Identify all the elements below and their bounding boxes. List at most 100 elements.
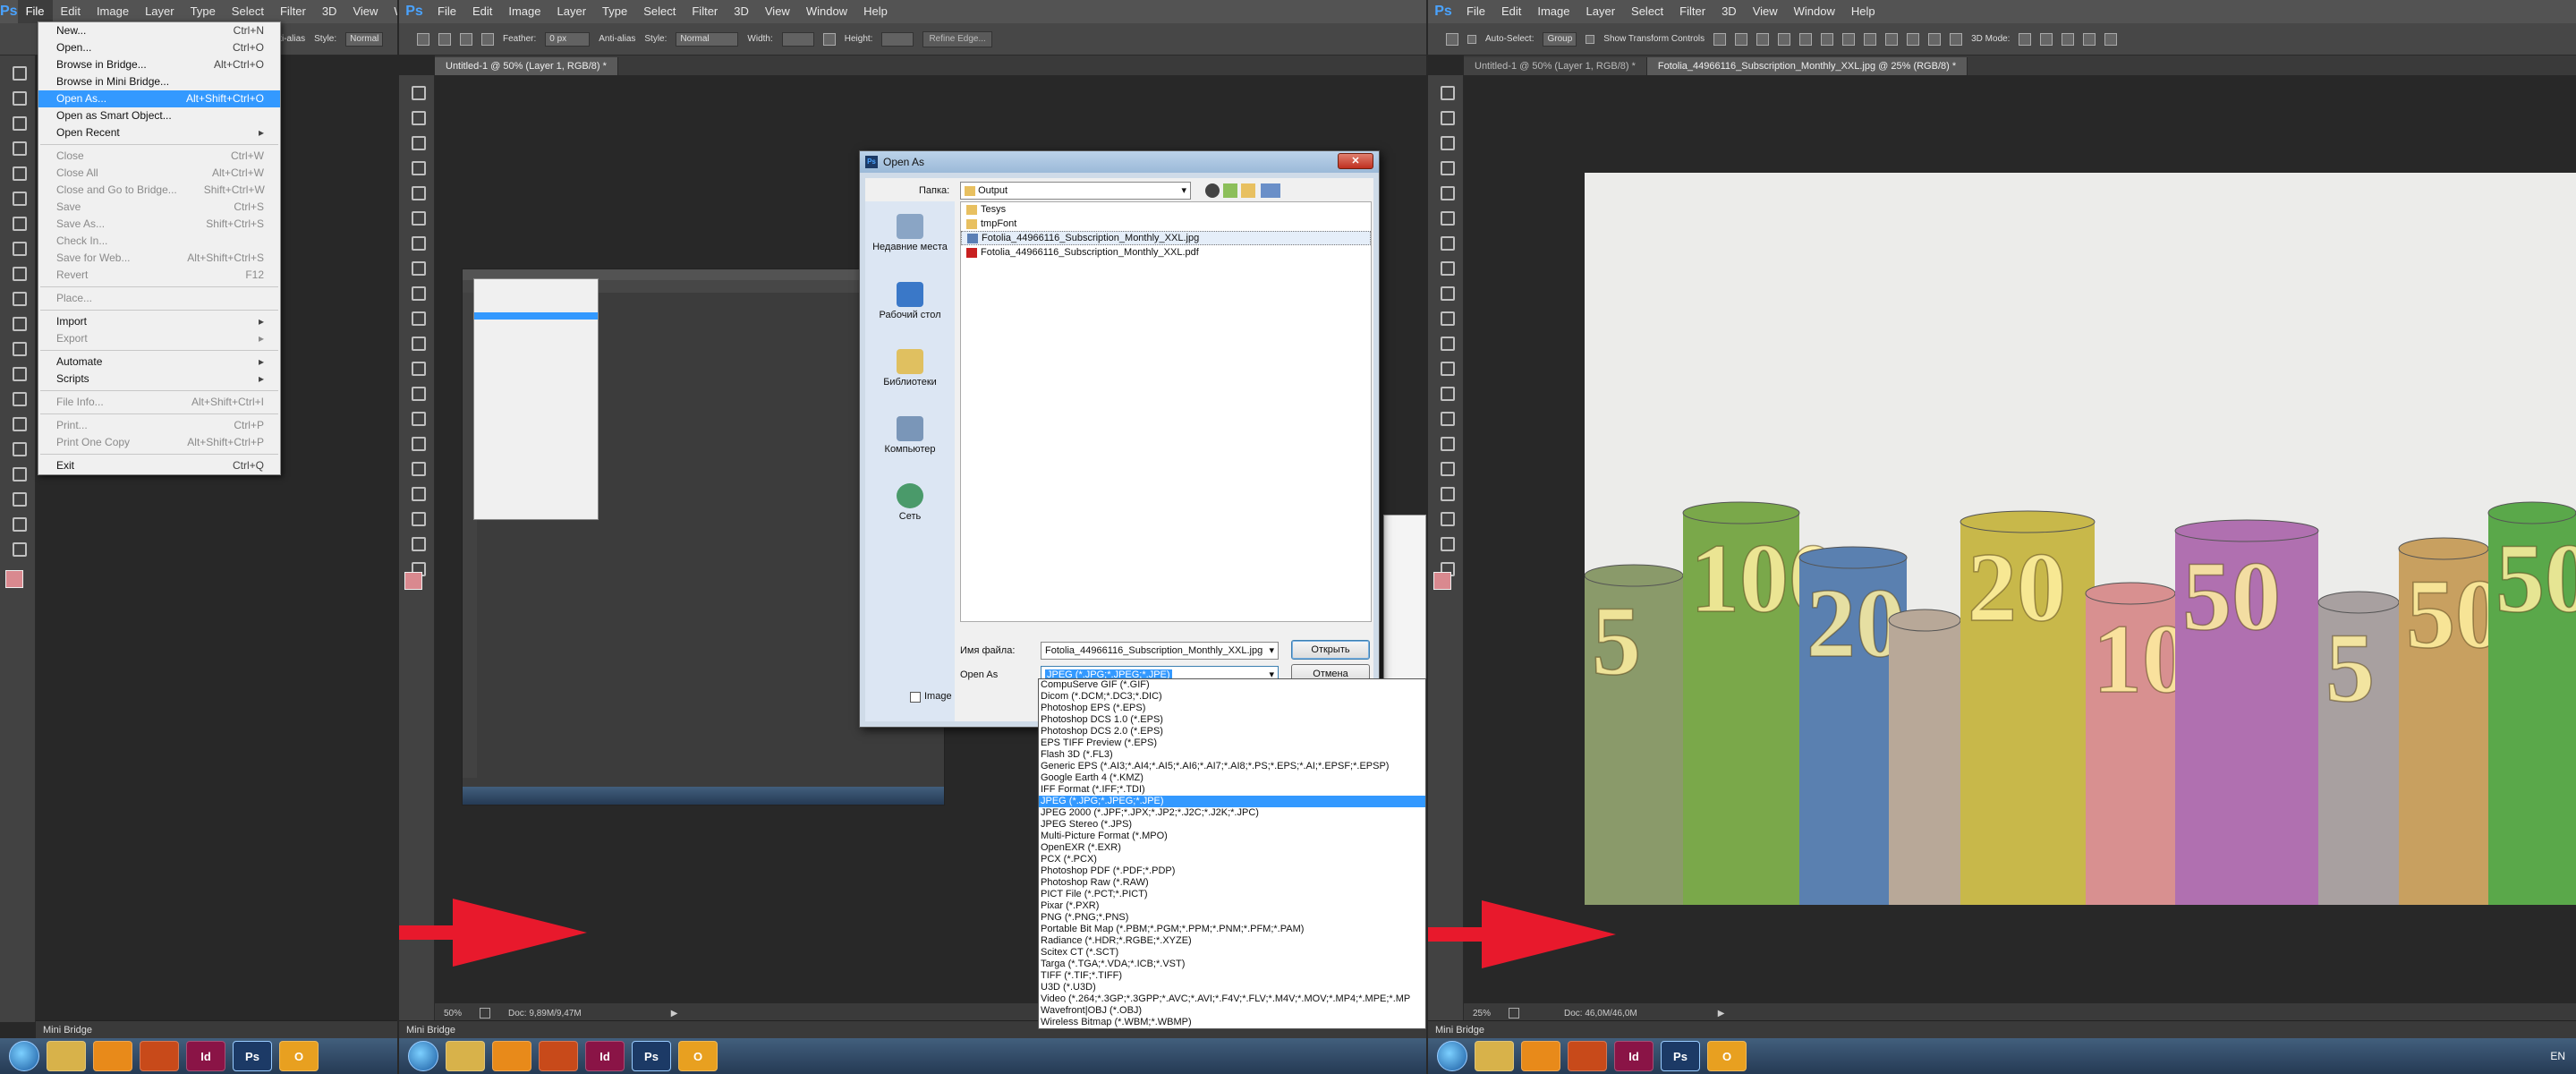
tab-untitled[interactable]: Untitled-1 @ 50% (Layer 1, RGB/8) * (1464, 57, 1647, 75)
photoshop-taskbar-icon[interactable]: Ps (632, 1041, 671, 1071)
file-menu-item[interactable]: Close All Alt+Ctrl+W (38, 165, 280, 182)
quick-select-tool-icon[interactable] (406, 158, 428, 175)
menu-image[interactable]: Image (1529, 0, 1577, 23)
menu-filter[interactable]: Filter (272, 0, 314, 23)
marquee-tool-icon[interactable] (7, 88, 29, 106)
explorer-icon[interactable] (1475, 1041, 1514, 1071)
menu-file[interactable]: File (17, 0, 53, 23)
menu-3d[interactable]: 3D (314, 0, 345, 23)
stamp-tool-icon[interactable] (1435, 283, 1457, 301)
align-top-icon[interactable] (1713, 32, 1727, 46)
align-bottom-icon[interactable] (1756, 32, 1770, 46)
eyedropper-tool-icon[interactable] (1435, 208, 1457, 226)
menu-3d[interactable]: 3D (726, 0, 757, 23)
filetype-option[interactable]: EPS TIFF Preview (*.EPS) (1039, 737, 1425, 749)
healing-tool-icon[interactable] (1435, 233, 1457, 251)
group-select[interactable]: Group (1543, 31, 1577, 47)
file-menu-item[interactable]: Print... Ctrl+P (38, 417, 280, 434)
subtract-selection-icon[interactable] (481, 32, 494, 46)
file-menu-item[interactable]: Exit Ctrl+Q (38, 457, 280, 474)
swap-icon[interactable] (822, 32, 836, 46)
lasso-tool-icon[interactable] (1435, 132, 1457, 150)
windows-start-icon[interactable] (1437, 1041, 1467, 1071)
file-menu-item[interactable]: Export ▸ (38, 330, 280, 347)
align-center-icon[interactable] (1799, 32, 1813, 46)
place-desktop[interactable]: Рабочий стол (865, 282, 955, 320)
filetype-option[interactable]: Pixar (*.PXR) (1039, 900, 1425, 912)
distribute-center-icon[interactable] (1928, 32, 1942, 46)
file-menu-item[interactable]: Automate ▸ (38, 354, 280, 371)
right-mini-bridge-bar[interactable]: Mini Bridge (1428, 1020, 2576, 1038)
shape-tool-icon[interactable] (406, 508, 428, 526)
3d-roll-icon[interactable] (2040, 32, 2053, 46)
blur-tool-icon[interactable] (406, 383, 428, 401)
history-brush-tool-icon[interactable] (406, 308, 428, 326)
indesign-icon[interactable]: Id (585, 1041, 625, 1071)
language-indicator[interactable]: EN (2550, 1050, 2565, 1062)
filetype-option[interactable]: Radiance (*.HDR;*.RGBE;*.XYZE) (1039, 935, 1425, 947)
filetype-option[interactable]: Multi-Picture Format (*.MPO) (1039, 831, 1425, 842)
view-menu-icon[interactable] (1261, 183, 1280, 198)
media-player-icon[interactable] (1521, 1041, 1560, 1071)
hand-tool-icon[interactable] (406, 533, 428, 551)
indesign-icon[interactable]: Id (1614, 1041, 1654, 1071)
file-menu-item[interactable]: New... Ctrl+N (38, 22, 280, 39)
healing-tool-icon[interactable] (406, 233, 428, 251)
dodge-tool-icon[interactable] (7, 388, 29, 406)
style-select[interactable]: Normal (676, 31, 739, 47)
list-item[interactable]: Fotolia_44966116_Subscription_Monthly_XX… (961, 245, 1371, 260)
eyedropper-tool-icon[interactable] (7, 188, 29, 206)
file-menu-item[interactable]: Revert F12 (38, 267, 280, 284)
menu-edit[interactable]: Edit (464, 0, 500, 23)
menu-filter[interactable]: Filter (1671, 0, 1713, 23)
place-network[interactable]: Сеть (865, 483, 955, 522)
stamp-tool-icon[interactable] (406, 283, 428, 301)
pen-tool-icon[interactable] (7, 413, 29, 431)
status-icon[interactable] (480, 1008, 491, 1019)
text-tool-icon[interactable] (7, 439, 29, 456)
gradient-tool-icon[interactable] (406, 358, 428, 376)
quick-select-tool-icon[interactable] (7, 138, 29, 156)
filetype-option[interactable]: CompuServe GIF (*.GIF) (1039, 679, 1425, 691)
3d-rotate-icon[interactable] (2019, 32, 2032, 46)
filetype-option[interactable]: TIFF (*.TIF;*.TIFF) (1039, 970, 1425, 982)
outlook-icon[interactable]: O (678, 1041, 718, 1071)
file-menu-item[interactable]: Save Ctrl+S (38, 199, 280, 216)
filetype-option[interactable]: Photoshop DCS 1.0 (*.EPS) (1039, 714, 1425, 726)
firefox-icon[interactable] (539, 1041, 578, 1071)
eraser-tool-icon[interactable] (7, 313, 29, 331)
zoom-level[interactable]: 25% (1473, 1009, 1491, 1019)
left-mini-bridge-bar[interactable]: Mini Bridge (36, 1020, 397, 1038)
menu-filter[interactable]: Filter (684, 0, 726, 23)
align-left-icon[interactable] (1778, 32, 1791, 46)
menu-image[interactable]: Image (89, 0, 137, 23)
filetype-option[interactable]: Video (*.264;*.3GP;*.3GPP;*.AVC;*.AVI;*.… (1039, 993, 1425, 1005)
move-tool-icon[interactable] (406, 82, 428, 100)
menu-layer[interactable]: Layer (1578, 0, 1624, 23)
explorer-icon[interactable] (47, 1041, 86, 1071)
refine-edge-button[interactable]: Refine Edge... (922, 30, 992, 47)
dodge-tool-icon[interactable] (406, 408, 428, 426)
crop-tool-icon[interactable] (406, 183, 428, 200)
explorer-icon[interactable] (446, 1041, 485, 1071)
distribute-middle-icon[interactable] (1864, 32, 1877, 46)
filetype-option[interactable]: Google Earth 4 (*.KMZ) (1039, 772, 1425, 784)
windows-start-icon[interactable] (9, 1041, 39, 1071)
healing-tool-icon[interactable] (7, 213, 29, 231)
filetype-option[interactable]: Photoshop DCS 2.0 (*.EPS) (1039, 726, 1425, 737)
menu-file[interactable]: File (429, 0, 464, 23)
filetype-option[interactable]: Scitex CT (*.SCT) (1039, 947, 1425, 959)
menu-view[interactable]: View (757, 0, 798, 23)
indesign-icon[interactable]: Id (186, 1041, 225, 1071)
text-tool-icon[interactable] (1435, 458, 1457, 476)
history-brush-tool-icon[interactable] (1435, 308, 1457, 326)
path-select-tool-icon[interactable] (1435, 483, 1457, 501)
file-menu-item[interactable]: Save for Web... Alt+Shift+Ctrl+S (38, 250, 280, 267)
foreground-color-swatch[interactable] (1433, 572, 1451, 590)
zoom-level[interactable]: 50% (444, 1009, 462, 1019)
quick-select-tool-icon[interactable] (1435, 158, 1457, 175)
filetype-option[interactable]: Photoshop EPS (*.EPS) (1039, 703, 1425, 714)
foreground-color-swatch[interactable] (404, 572, 422, 590)
file-menu-item[interactable]: Check In... (38, 233, 280, 250)
lasso-tool-icon[interactable] (7, 113, 29, 131)
